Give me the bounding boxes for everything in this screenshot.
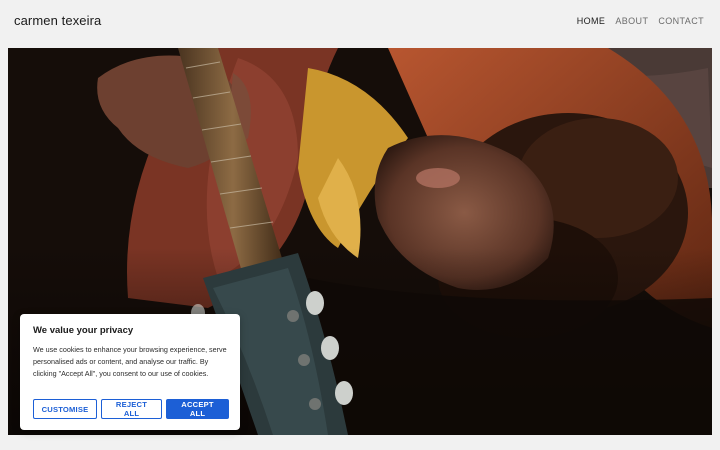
cookie-banner-actions: CUSTOMISE REJECT ALL ACCEPT ALL xyxy=(33,399,229,419)
nav-about[interactable]: ABOUT xyxy=(615,16,648,26)
cookie-consent-banner: We value your privacy We use cookies to … xyxy=(20,314,240,430)
nav-contact[interactable]: CONTACT xyxy=(658,16,704,26)
customise-button[interactable]: CUSTOMISE xyxy=(33,399,97,419)
cookie-banner-text: We use cookies to enhance your browsing … xyxy=(33,345,227,379)
site-header: carmen texeira HOME ABOUT CONTACT xyxy=(0,0,720,46)
cookie-banner-title: We value your privacy xyxy=(33,325,134,336)
accept-all-button[interactable]: ACCEPT ALL xyxy=(166,399,229,419)
main-nav: HOME ABOUT CONTACT xyxy=(577,16,704,26)
reject-all-button[interactable]: REJECT ALL xyxy=(101,399,162,419)
nav-home[interactable]: HOME xyxy=(577,16,606,26)
site-title[interactable]: carmen texeira xyxy=(14,13,101,28)
